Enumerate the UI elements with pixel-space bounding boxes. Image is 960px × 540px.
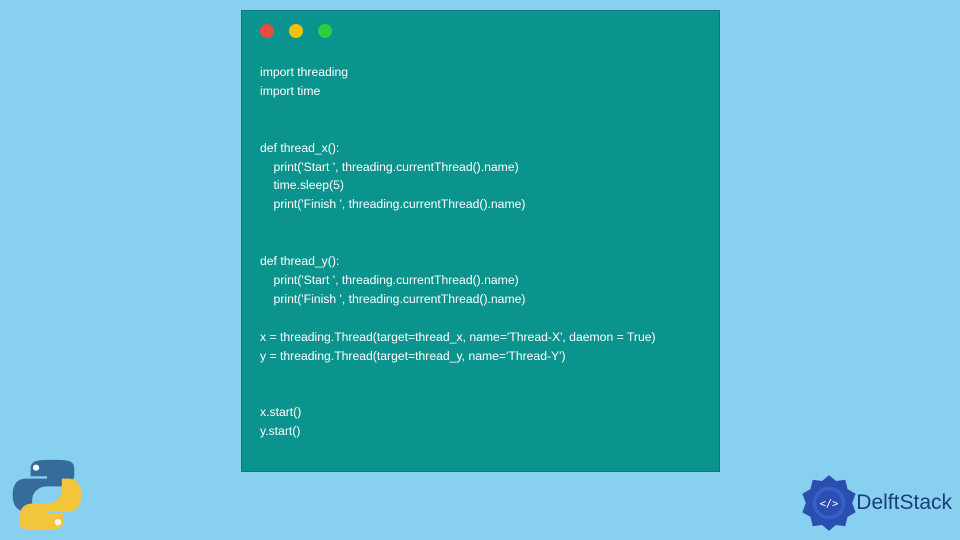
- code-window: import threading import time def thread_…: [241, 10, 720, 472]
- window-title-bar: [242, 11, 719, 41]
- delftstack-label: DelftStack: [856, 491, 952, 515]
- delftstack-badge-icon: </>: [800, 474, 858, 532]
- maximize-icon[interactable]: [318, 24, 332, 38]
- delftstack-branding: </> DelftStack: [800, 474, 952, 532]
- python-logo-icon: [8, 456, 86, 534]
- svg-text:</>: </>: [820, 498, 839, 510]
- close-icon[interactable]: [260, 24, 274, 38]
- minimize-icon[interactable]: [289, 24, 303, 38]
- code-content: import threading import time def thread_…: [242, 41, 719, 451]
